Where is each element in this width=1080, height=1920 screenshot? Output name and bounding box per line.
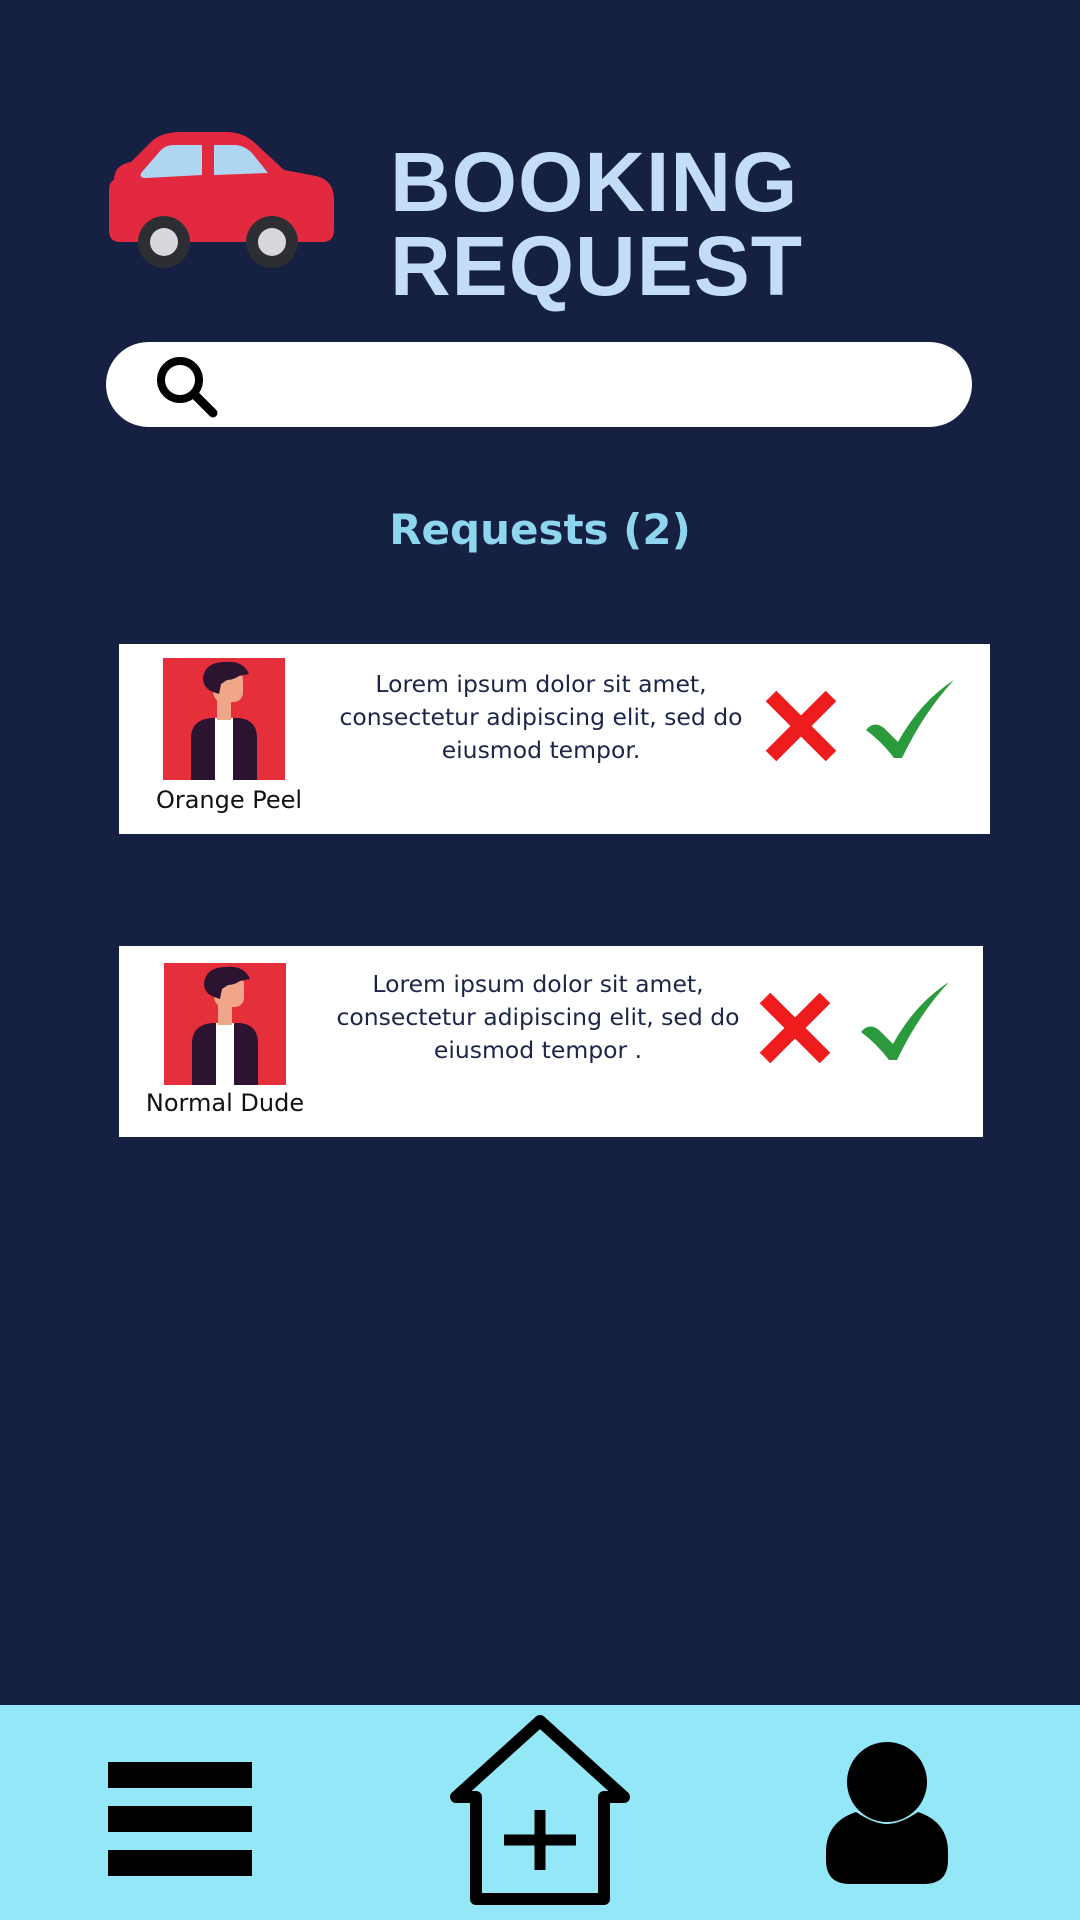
request-card: Normal Dude Lorem ipsum dolor sit amet, … — [119, 946, 983, 1137]
accept-button[interactable] — [859, 982, 951, 1062]
request-message: Lorem ipsum dolor sit amet, consectetur … — [339, 670, 743, 764]
page-title: BOOKING REQUEST — [390, 140, 803, 308]
decline-button[interactable] — [761, 686, 841, 766]
car-icon — [109, 132, 334, 268]
profile-button[interactable] — [826, 1742, 948, 1884]
header: BOOKING REQUEST — [0, 0, 1080, 330]
home-add-button[interactable] — [448, 1715, 632, 1905]
menu-icon — [108, 1762, 252, 1876]
x-icon — [759, 992, 831, 1064]
home-add-icon — [450, 1715, 630, 1905]
search-input[interactable] — [236, 356, 940, 414]
user-icon — [826, 1742, 948, 1884]
request-message: Lorem ipsum dolor sit amet, consectetur … — [336, 970, 740, 1064]
requester-name: Normal Dude — [145, 1089, 305, 1117]
title-line-1: BOOKING — [390, 135, 799, 229]
request-card: Orange Peel Lorem ipsum dolor sit amet, … — [119, 644, 990, 834]
checkmark-icon — [861, 982, 949, 1060]
title-line-2: REQUEST — [390, 219, 804, 313]
x-icon — [765, 690, 837, 762]
requester-name: Orange Peel — [155, 786, 303, 814]
avatar — [163, 658, 285, 780]
menu-button[interactable] — [108, 1762, 252, 1876]
search-bar[interactable] — [106, 342, 972, 427]
checkmark-icon — [866, 680, 954, 758]
accept-button[interactable] — [864, 680, 956, 760]
requests-heading: Requests (2) — [389, 505, 691, 554]
avatar — [164, 963, 286, 1085]
bottom-nav — [0, 1705, 1080, 1920]
decline-button[interactable] — [755, 988, 835, 1068]
search-icon[interactable] — [153, 353, 221, 421]
